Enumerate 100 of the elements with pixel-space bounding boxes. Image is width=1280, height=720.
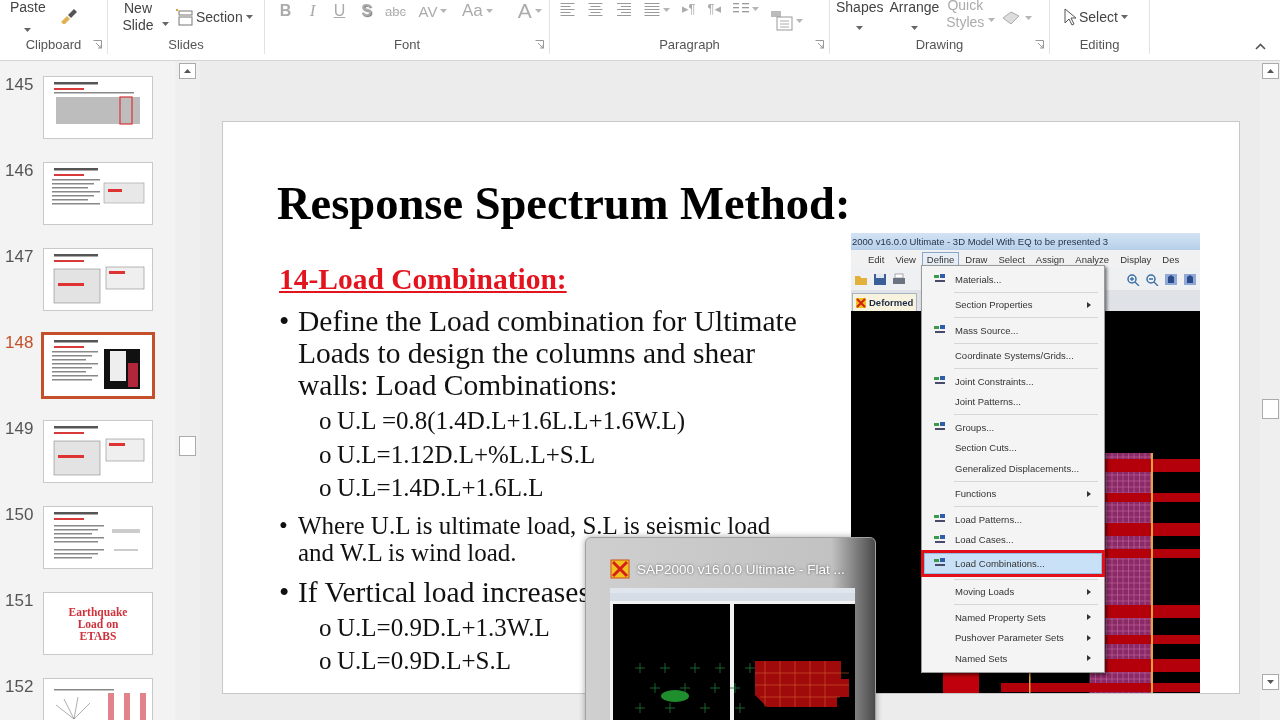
dropdown-caret-icon bbox=[663, 7, 670, 12]
align-text-icon[interactable] bbox=[588, 3, 604, 16]
submenu-arrow-icon bbox=[1087, 655, 1091, 662]
menu-item[interactable]: Named Property Sets bbox=[924, 607, 1102, 628]
scrollbar-thumb[interactable] bbox=[179, 436, 196, 456]
select-button[interactable]: Select bbox=[1064, 8, 1128, 26]
scroll-up-button[interactable] bbox=[1261, 63, 1279, 79]
ribbon-group-label: Paragraph bbox=[658, 36, 721, 52]
sub-bullet-text: U.L=1.4D.L+1.6L.L bbox=[337, 473, 544, 503]
paste-button[interactable]: Paste bbox=[10, 0, 46, 32]
sub-bullet-marker: o bbox=[319, 439, 333, 470]
columns-icon[interactable] bbox=[733, 3, 750, 15]
dialog-launcher-icon[interactable] bbox=[535, 39, 544, 49]
slide-thumbnail[interactable] bbox=[41, 332, 155, 399]
menu-bar-item[interactable]: Des bbox=[1157, 251, 1185, 267]
slide-thumbnail[interactable]: Earthquake Load on ETABS bbox=[43, 592, 153, 655]
menu-item[interactable]: Section Cuts... bbox=[924, 437, 1102, 458]
slide-subheading: 14-Load Combination: bbox=[279, 263, 568, 295]
sub-bullet-text: U.L=0.9D.L+S.L bbox=[337, 646, 512, 676]
dropdown-caret-icon bbox=[162, 22, 169, 26]
shape-effects-icon[interactable] bbox=[1001, 10, 1022, 26]
menu-item[interactable]: Pushover Parameter Sets bbox=[924, 627, 1102, 648]
thumbnail-title: Earthquake Load on ETABS bbox=[67, 605, 129, 642]
new-slide-button[interactable]: New Slide bbox=[116, 0, 169, 34]
scrollbar-thumb[interactable] bbox=[1261, 399, 1279, 419]
menu-bar-item[interactable]: Assign bbox=[1030, 251, 1070, 267]
view-icon[interactable] bbox=[1164, 272, 1178, 286]
menu-item[interactable]: Groups... bbox=[924, 417, 1102, 438]
zoom-out-icon[interactable] bbox=[1145, 272, 1159, 286]
slide-number: 146 bbox=[4, 162, 35, 180]
dropdown-caret-icon bbox=[752, 7, 760, 11]
dropdown-caret-icon bbox=[988, 18, 996, 22]
down-arrow-icon bbox=[1266, 680, 1274, 684]
sub-bullet-text: U.L=1.12D.L+%L.L+S.L bbox=[337, 439, 596, 470]
slide-number: 151 bbox=[4, 592, 35, 610]
menu-bar-item[interactable]: Analyze bbox=[1070, 251, 1115, 267]
menu-item[interactable]: Moving Loads bbox=[924, 581, 1102, 602]
section-button[interactable]: Section bbox=[175, 8, 253, 26]
menu-bar-item[interactable]: Display bbox=[1115, 251, 1157, 267]
align-text-icon[interactable] bbox=[616, 3, 632, 16]
submenu-arrow-icon bbox=[1087, 301, 1091, 308]
scroll-up-button[interactable] bbox=[179, 63, 196, 79]
ribbon-group-label: Editing bbox=[1078, 36, 1121, 52]
menu-item[interactable]: Coordinate Systems/Grids... bbox=[924, 345, 1102, 366]
app-icon bbox=[856, 297, 866, 308]
up-arrow-icon bbox=[1266, 69, 1274, 73]
slide-number: 150 bbox=[4, 506, 35, 524]
dropdown-caret-icon bbox=[856, 26, 864, 30]
bullet-marker: • bbox=[279, 575, 291, 608]
view-tab[interactable]: Deformed bbox=[852, 293, 918, 311]
sub-bullet-marker: o bbox=[319, 646, 333, 676]
slide-number: 147 bbox=[4, 248, 35, 266]
ribbon-group-label: Clipboard bbox=[24, 36, 83, 52]
app-icon bbox=[610, 559, 630, 579]
sub-bullet-text: U.L=0.9D.L+1.3W.L bbox=[337, 612, 550, 643]
align-text-icon[interactable] bbox=[560, 3, 576, 16]
dialog-launcher-icon[interactable] bbox=[1035, 39, 1044, 49]
menu-bar-item[interactable]: Draw bbox=[960, 251, 993, 267]
sub-bullet-marker: o bbox=[319, 406, 333, 436]
arrange-button[interactable]: Arrange bbox=[889, 0, 940, 30]
menu-bar-item[interactable]: View bbox=[890, 251, 921, 267]
zoom-in-icon[interactable] bbox=[1126, 272, 1140, 286]
menu-item[interactable]: Load Cases... bbox=[924, 529, 1102, 550]
dropdown-caret-icon bbox=[24, 28, 32, 32]
menu-item[interactable]: Load Combinations... bbox=[924, 553, 1102, 574]
dialog-launcher-icon[interactable] bbox=[815, 39, 824, 49]
bullet-marker: • bbox=[279, 511, 289, 541]
ribbon-group-label: Slides bbox=[167, 36, 205, 52]
dropdown-caret-icon bbox=[485, 9, 493, 13]
menu-item[interactable]: Mass Source... bbox=[924, 320, 1102, 341]
save-icon[interactable] bbox=[873, 272, 887, 286]
view-icon[interactable] bbox=[1183, 272, 1197, 286]
align-text-icon[interactable] bbox=[644, 3, 660, 16]
submenu-arrow-icon bbox=[1087, 614, 1091, 621]
dropdown-caret-icon bbox=[440, 9, 448, 13]
menu-bar-item[interactable]: Edit bbox=[863, 251, 890, 267]
menu-item[interactable]: Joint Patterns... bbox=[924, 391, 1102, 412]
dropdown-caret-icon bbox=[245, 15, 253, 19]
bullet-text: Define the Load combination for Ultimate Loads to design the columns and shear walls: Load Combinations: bbox=[298, 305, 798, 401]
menu-tool-icon bbox=[933, 533, 947, 546]
ribbon-group-label: Font bbox=[393, 36, 421, 52]
scroll-down-button[interactable] bbox=[1261, 674, 1279, 690]
menu-item[interactable]: Generalized Displacements... bbox=[924, 458, 1102, 479]
menu-item[interactable]: Joint Constraints... bbox=[924, 371, 1102, 392]
printer-icon[interactable] bbox=[892, 272, 906, 286]
menu-item[interactable]: Functions bbox=[924, 483, 1102, 504]
dropdown-caret-icon bbox=[1025, 16, 1033, 20]
window-title: 2000 v16.0.0 Ultimate - 3D Model With EQ to be presented 3 bbox=[852, 236, 1109, 247]
menu-item[interactable]: Section Properties bbox=[924, 294, 1102, 315]
collapse-ribbon-icon[interactable] bbox=[1255, 43, 1266, 50]
dialog-launcher-icon[interactable] bbox=[93, 39, 102, 49]
menu-item[interactable]: Load Patterns... bbox=[924, 509, 1102, 530]
shapes-button[interactable]: Shapes bbox=[836, 0, 884, 30]
up-arrow-icon bbox=[184, 69, 191, 73]
menu-bar-item[interactable]: Select bbox=[993, 251, 1030, 267]
dropdown-caret-icon bbox=[910, 26, 918, 30]
dropdown-caret-icon bbox=[534, 9, 542, 13]
slide-number: 145 bbox=[4, 76, 35, 94]
paintbrush-icon[interactable] bbox=[59, 8, 78, 24]
menu-item[interactable]: Named Sets bbox=[924, 648, 1102, 669]
